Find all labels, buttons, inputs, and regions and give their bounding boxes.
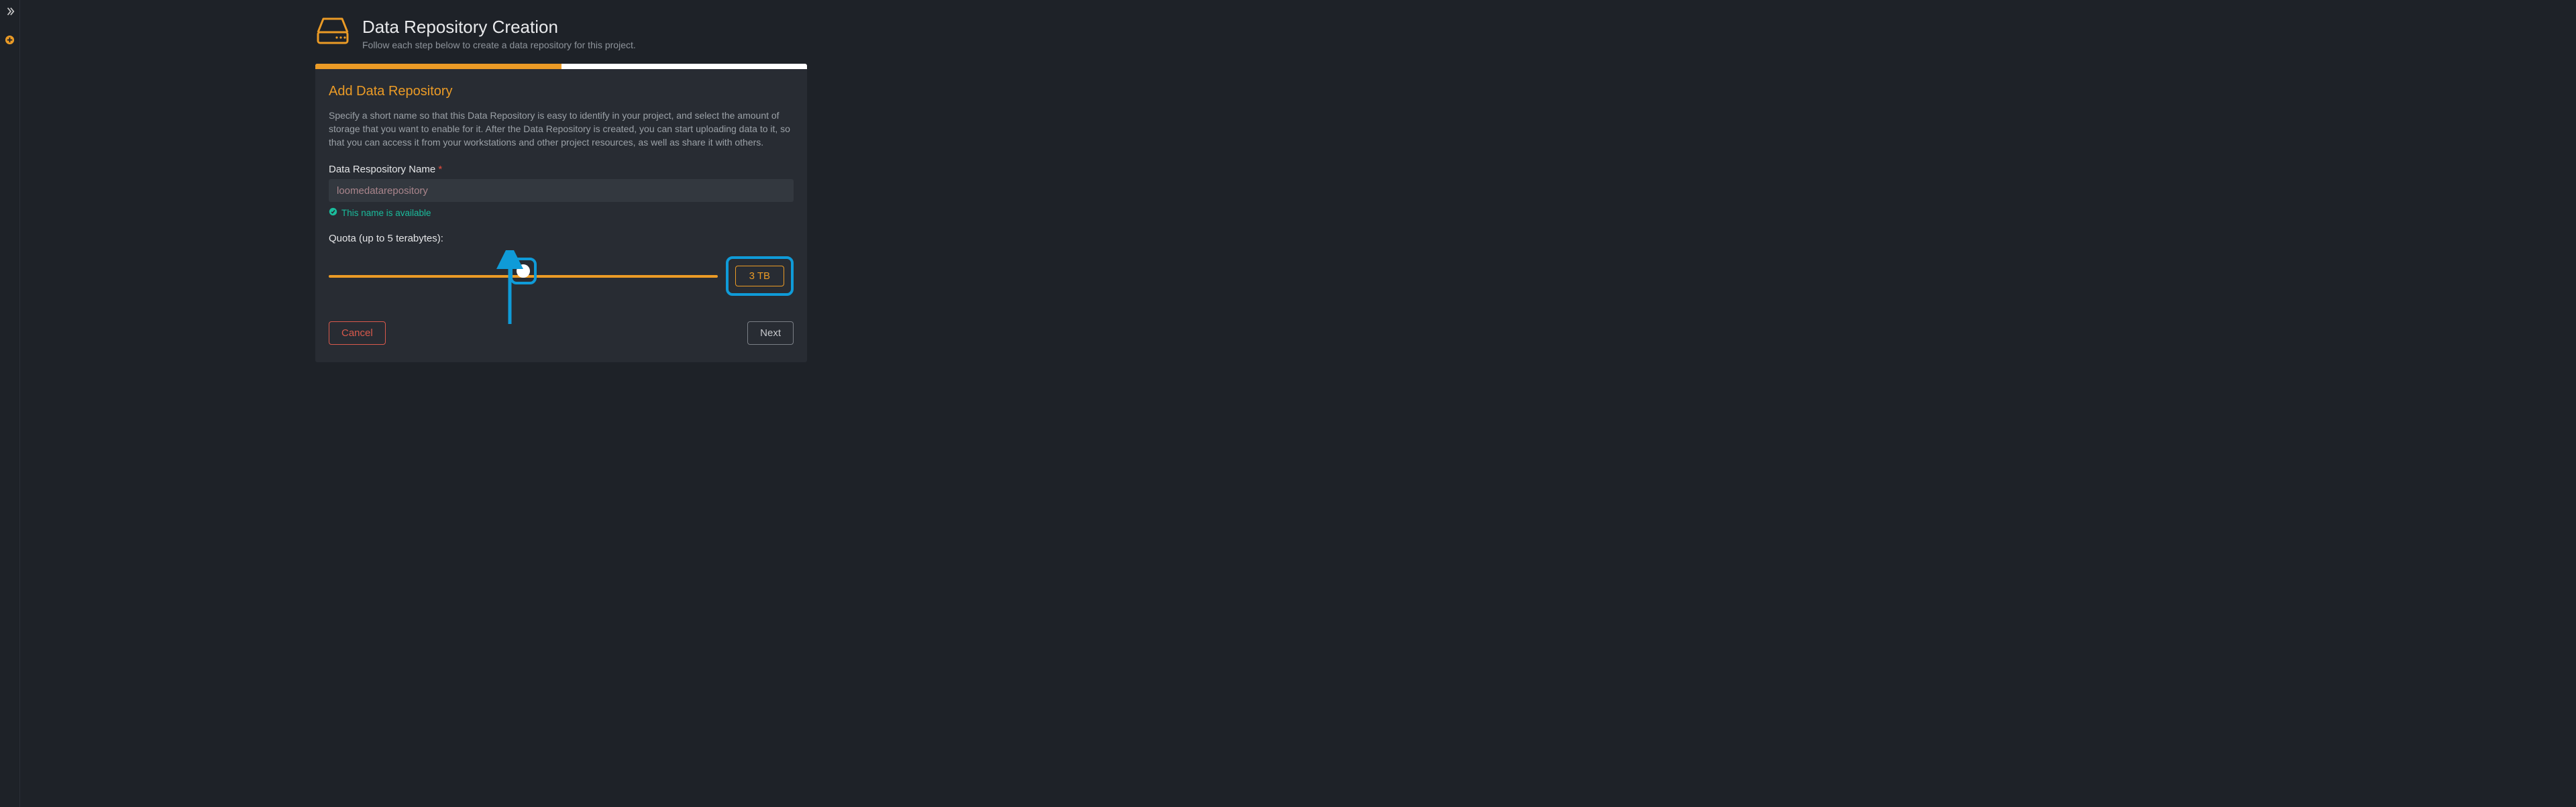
page-title: Data Repository Creation [362, 16, 636, 38]
quota-slider-row: 3 TB [329, 256, 794, 296]
repository-icon [315, 16, 350, 48]
repository-name-input[interactable] [329, 179, 794, 202]
step-description: Specify a short name so that this Data R… [329, 109, 794, 150]
panel-footer: Cancel Next [329, 321, 794, 345]
quota-slider[interactable] [329, 268, 718, 284]
add-icon[interactable] [5, 35, 15, 48]
name-label-text: Data Respository Name [329, 164, 435, 175]
name-field-label: Data Respository Name * [329, 164, 794, 175]
quota-value-annotation: 3 TB [726, 256, 794, 296]
check-circle-icon [329, 207, 337, 218]
required-asterisk: * [438, 164, 442, 175]
slider-thumb[interactable] [517, 264, 530, 278]
main-content: Data Repository Creation Follow each ste… [20, 0, 2576, 807]
availability-status: This name is available [329, 207, 794, 218]
slider-thumb-annotation [510, 258, 537, 284]
quota-value-box: 3 TB [735, 266, 784, 286]
quota-label: Quota (up to 5 terabytes): [329, 233, 794, 244]
creation-panel: Add Data Repository Specify a short name… [315, 64, 807, 363]
expand-sidebar-icon[interactable] [5, 7, 15, 19]
next-button[interactable]: Next [747, 321, 794, 345]
progress-fill [315, 64, 561, 69]
step-title: Add Data Repository [329, 84, 794, 99]
sidebar-rail [0, 0, 20, 807]
progress-bar [315, 64, 807, 69]
quota-value-text: 3 TB [749, 270, 770, 282]
availability-text: This name is available [341, 208, 431, 218]
page-subtitle: Follow each step below to create a data … [362, 40, 636, 50]
cancel-button[interactable]: Cancel [329, 321, 386, 345]
page-header: Data Repository Creation Follow each ste… [315, 16, 2549, 50]
